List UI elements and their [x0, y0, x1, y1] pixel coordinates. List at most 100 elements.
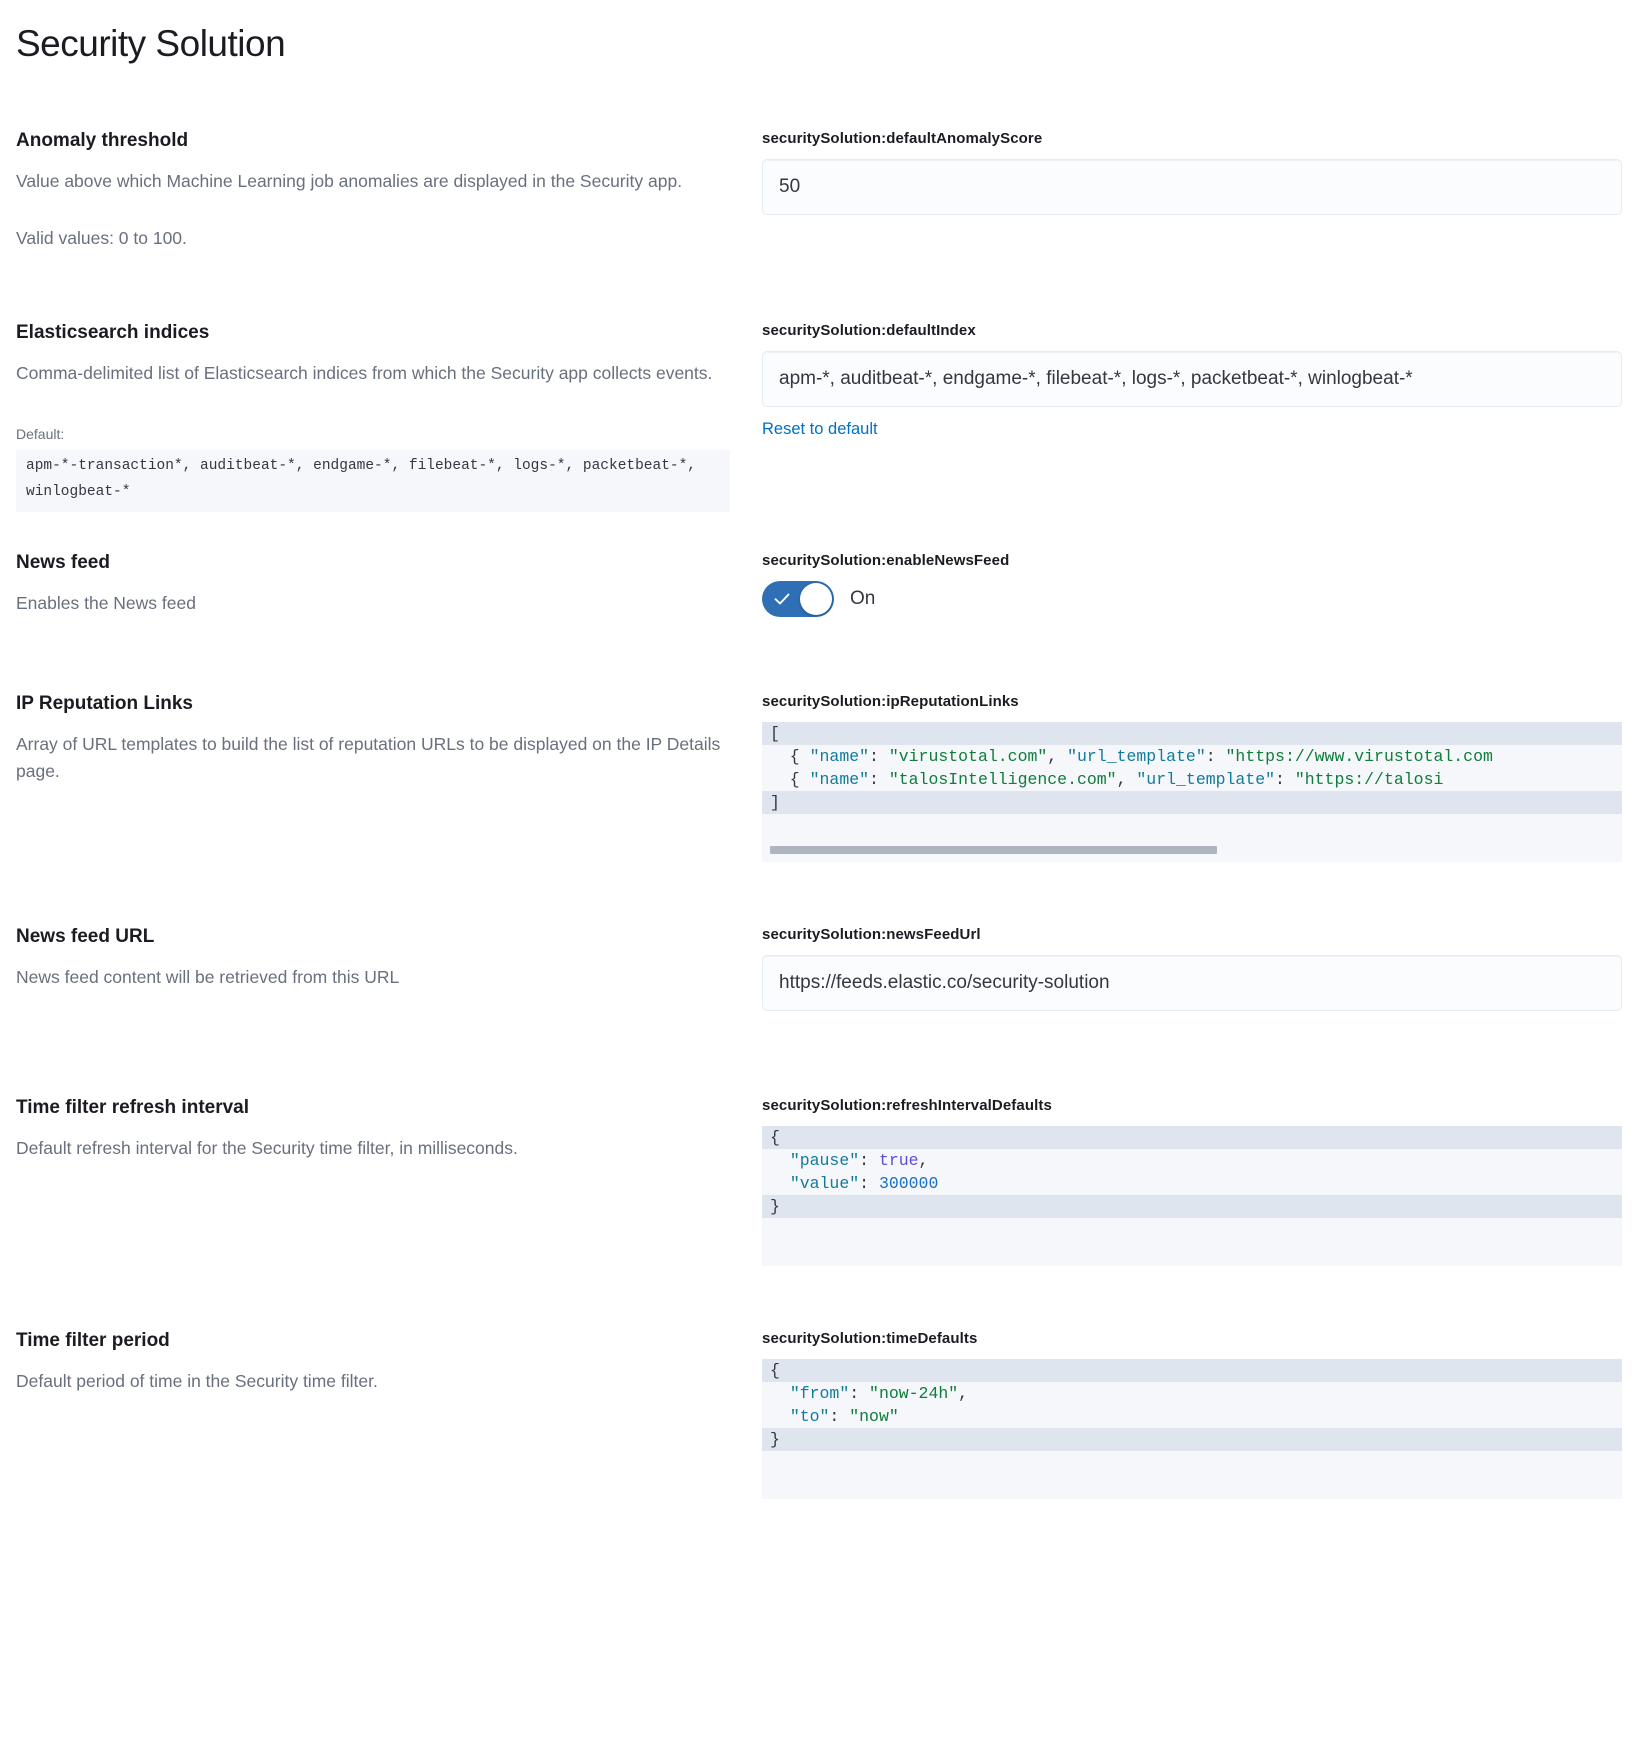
- field-label-enableNewsFeed: securitySolution:enableNewsFeed: [762, 552, 1010, 570]
- setting-description: Default refresh interval for the Securit…: [16, 1137, 518, 1158]
- code-line: }: [762, 1428, 1622, 1452]
- setting-description: Value above which Machine Learning job a…: [16, 171, 683, 192]
- toggle-state-label: On: [850, 588, 876, 610]
- enableNewsFeed-toggle-wrapper: On: [762, 581, 1622, 618]
- code-token: "now-24h": [869, 1384, 959, 1404]
- field-label-defaultAnomalyScore: securitySolution:defaultAnomalyScore: [762, 130, 1043, 148]
- setting-description-column: Anomaly threshold Value above which Mach…: [16, 128, 762, 252]
- code-token: "from": [789, 1384, 850, 1404]
- setting-title: News feed URL: [16, 926, 155, 948]
- default-value-code: apm-*-transaction*, auditbeat-*, endgame…: [16, 449, 730, 513]
- horizontal-scrollbar-track[interactable]: [762, 846, 1622, 856]
- setting-control-column: securitySolution:newsFeedUrl: [762, 924, 1622, 1012]
- code-line: }: [762, 1195, 1622, 1219]
- setting-control-column: securitySolution:defaultAnomalyScore: [762, 128, 1622, 216]
- default-value-label: Default:: [16, 426, 65, 443]
- setting-title: News feed: [16, 552, 110, 574]
- setting-description-valid-values: Valid values: 0 to 100.: [16, 228, 187, 249]
- field-label-refreshIntervalDefaults: securitySolution:refreshIntervalDefaults: [762, 1097, 1052, 1115]
- check-icon: [773, 590, 791, 608]
- code-line: "value": 300000: [762, 1172, 1622, 1195]
- field-label-defaultIndex: securitySolution:defaultIndex: [762, 322, 976, 340]
- code-line: "from": "now-24h",: [762, 1382, 1622, 1405]
- setting-control-column: securitySolution:enableNewsFeed On: [762, 550, 1622, 618]
- reset-to-default-link[interactable]: Reset to default: [762, 420, 878, 439]
- code-token: "pause": [789, 1151, 860, 1171]
- setting-title: Anomaly threshold: [16, 130, 189, 152]
- code-token: "virustotal.com": [888, 747, 1048, 767]
- code-token: "url_template": [1067, 747, 1206, 767]
- toggle-knob: [800, 583, 832, 616]
- code-token: [: [770, 724, 780, 744]
- code-token: :: [859, 1174, 879, 1194]
- code-token: "value": [789, 1174, 860, 1194]
- setting-description-column: Time filter refresh interval Default ref…: [16, 1095, 762, 1162]
- code-token: true: [878, 1151, 919, 1171]
- code-token: 300000: [878, 1174, 939, 1194]
- code-token: "https://talosi: [1294, 770, 1444, 790]
- enableNewsFeed-toggle[interactable]: [762, 581, 834, 618]
- setting-row-news-feed-url: News feed URL News feed content will be …: [16, 924, 1622, 1012]
- setting-description-column: Time filter period Default period of tim…: [16, 1328, 762, 1395]
- code-token: :: [859, 1151, 879, 1171]
- code-token: :: [869, 747, 889, 767]
- code-token: :: [1275, 770, 1295, 790]
- code-token: :: [829, 1407, 850, 1427]
- setting-row-news-feed: News feed Enables the News feed security…: [16, 550, 1622, 618]
- setting-control-column: securitySolution:timeDefaults { "from": …: [762, 1328, 1622, 1500]
- newsFeedUrl-input[interactable]: [762, 955, 1622, 1012]
- code-token: }: [770, 1197, 780, 1217]
- settings-page: Security Solution Anomaly threshold Valu…: [0, 8, 1638, 1500]
- refreshIntervalDefaults-code-editor[interactable]: { "pause": true, "value": 300000}: [762, 1126, 1622, 1267]
- code-token: ,: [918, 1151, 929, 1171]
- code-token: }: [770, 1430, 780, 1450]
- code-token: ,: [958, 1384, 969, 1404]
- horizontal-scrollbar-thumb[interactable]: [770, 846, 1218, 855]
- code-line: "to": "now": [762, 1405, 1622, 1428]
- code-token: "name": [809, 770, 870, 790]
- setting-row-time-filter-refresh-interval: Time filter refresh interval Default ref…: [16, 1095, 1622, 1267]
- code-line: {: [762, 1359, 1622, 1383]
- code-token: "url_template": [1136, 770, 1276, 790]
- setting-description-column: News feed URL News feed content will be …: [16, 924, 762, 991]
- field-label-ipReputationLinks: securitySolution:ipReputationLinks: [762, 693, 1019, 711]
- code-token: ,: [1116, 770, 1137, 790]
- setting-row-time-filter-period: Time filter period Default period of tim…: [16, 1328, 1622, 1500]
- code-token: "talosIntelligence.com": [888, 770, 1117, 790]
- timeDefaults-code-editor[interactable]: { "from": "now-24h", "to": "now"}: [762, 1359, 1622, 1500]
- field-label-timeDefaults: securitySolution:timeDefaults: [762, 1330, 978, 1348]
- setting-description: News feed content will be retrieved from…: [16, 966, 400, 987]
- setting-description: Default period of time in the Security t…: [16, 1370, 378, 1391]
- setting-title: Time filter refresh interval: [16, 1097, 250, 1119]
- code-line: {: [762, 1126, 1622, 1150]
- code-token: {: [770, 770, 810, 790]
- code-token: :: [849, 1384, 870, 1404]
- code-token: "name": [809, 747, 870, 767]
- code-token: {: [770, 1128, 780, 1148]
- setting-control-column: securitySolution:defaultIndex Reset to d…: [762, 320, 1622, 439]
- setting-description: Comma-delimited list of Elasticsearch in…: [16, 362, 713, 383]
- code-line: { "name": "virustotal.com", "url_templat…: [762, 745, 1622, 768]
- code-token: "to": [789, 1407, 830, 1427]
- ipReputationLinks-code-editor[interactable]: [ { "name": "virustotal.com", "url_templ…: [762, 722, 1622, 863]
- code-token: :: [869, 770, 889, 790]
- code-line: [: [762, 722, 1622, 746]
- page-title: Security Solution: [16, 23, 286, 64]
- setting-description: Enables the News feed: [16, 592, 196, 613]
- setting-control-column: securitySolution:ipReputationLinks [ { "…: [762, 691, 1622, 863]
- code-token: "now": [849, 1407, 899, 1427]
- setting-row-elasticsearch-indices: Elasticsearch indices Comma-delimited li…: [16, 320, 1622, 513]
- code-token: :: [1205, 747, 1226, 767]
- code-line: "pause": true,: [762, 1149, 1622, 1172]
- code-token: {: [770, 1361, 780, 1381]
- code-token: ,: [1047, 747, 1068, 767]
- setting-title: Time filter period: [16, 1330, 170, 1352]
- setting-title: IP Reputation Links: [16, 693, 194, 715]
- code-line: ]: [762, 791, 1622, 815]
- defaultIndex-input[interactable]: [762, 351, 1622, 408]
- defaultAnomalyScore-input[interactable]: [762, 159, 1622, 216]
- setting-row-anomaly-threshold: Anomaly threshold Value above which Mach…: [16, 128, 1622, 252]
